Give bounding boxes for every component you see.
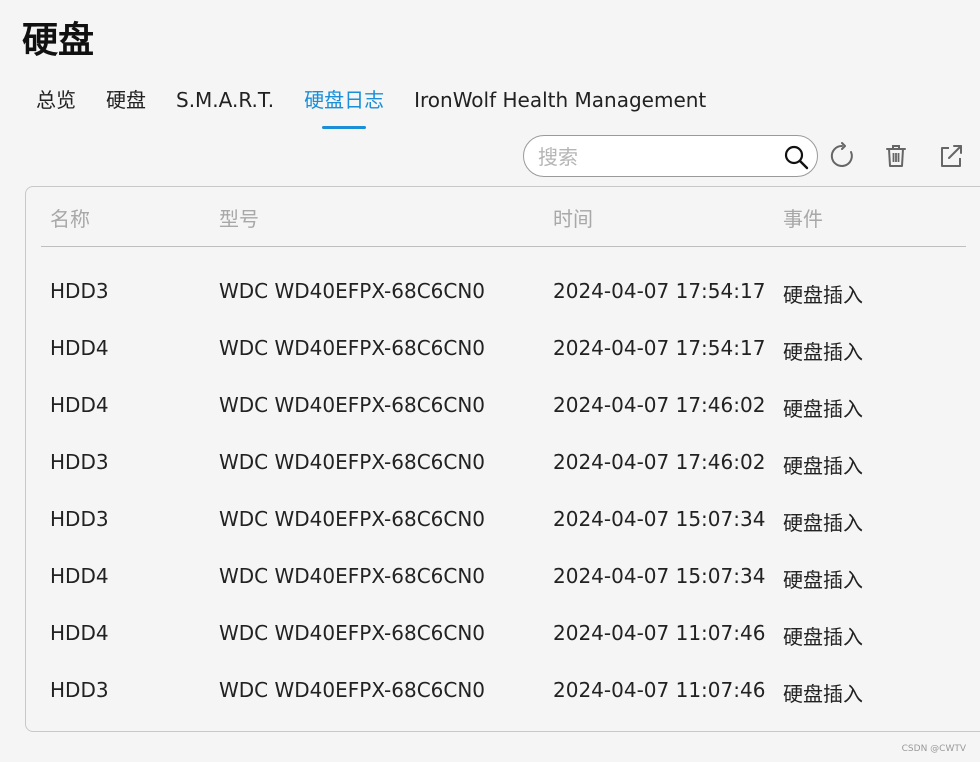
cell-model: WDC WD40EFPX-68C6CN0: [219, 450, 486, 474]
cell-event: 硬盘插入: [783, 397, 863, 421]
column-header-name[interactable]: 名称: [50, 203, 90, 232]
column-header-event[interactable]: 事件: [783, 203, 823, 232]
cell-time: 2024-04-07 17:54:17: [553, 336, 766, 360]
search-box: [523, 135, 818, 178]
table-header: 名称 型号 时间 事件: [41, 187, 966, 247]
tab-bar: 总览 硬盘 S.M.A.R.T. 硬盘日志 IronWolf Health Ma…: [36, 84, 706, 124]
page-title: 硬盘: [22, 20, 95, 61]
cell-time: 2024-04-07 17:46:02: [553, 393, 766, 417]
table-row[interactable]: HDD3 WDC WD40EFPX-68C6CN0 2024-04-07 11:…: [26, 664, 966, 721]
tab-disk-log[interactable]: 硬盘日志: [304, 84, 384, 124]
cell-time: 2024-04-07 15:07:34: [553, 564, 766, 588]
cell-model: WDC WD40EFPX-68C6CN0: [219, 393, 486, 417]
watermark: CSDN @CWTV: [901, 744, 966, 754]
column-header-model[interactable]: 型号: [219, 203, 259, 232]
tab-smart[interactable]: S.M.A.R.T.: [176, 84, 274, 124]
cell-event: 硬盘插入: [783, 340, 863, 364]
cell-time: 2024-04-07 11:07:46: [553, 678, 766, 702]
cell-model: WDC WD40EFPX-68C6CN0: [219, 678, 486, 702]
cell-name: HDD3: [50, 678, 109, 702]
cell-time: 2024-04-07 15:07:34: [553, 507, 766, 531]
tab-disks[interactable]: 硬盘: [106, 84, 146, 124]
cell-model: WDC WD40EFPX-68C6CN0: [219, 336, 486, 360]
cell-name: HDD4: [50, 336, 109, 360]
cell-event: 硬盘插入: [783, 568, 863, 592]
cell-event: 硬盘插入: [783, 454, 863, 478]
cell-time: 2024-04-07 11:07:46: [553, 621, 766, 645]
cell-time: 2024-04-07 17:54:17: [553, 279, 766, 303]
cell-name: HDD3: [50, 450, 109, 474]
cell-model: WDC WD40EFPX-68C6CN0: [219, 279, 486, 303]
table-body: HDD3 WDC WD40EFPX-68C6CN0 2024-04-07 17:…: [26, 265, 966, 721]
table-row[interactable]: HDD4 WDC WD40EFPX-68C6CN0 2024-04-07 17:…: [26, 322, 966, 379]
table-row[interactable]: HDD4 WDC WD40EFPX-68C6CN0 2024-04-07 15:…: [26, 550, 966, 607]
cell-model: WDC WD40EFPX-68C6CN0: [219, 564, 486, 588]
cell-event: 硬盘插入: [783, 625, 863, 649]
cell-event: 硬盘插入: [783, 283, 863, 307]
cell-time: 2024-04-07 17:46:02: [553, 450, 766, 474]
table-row[interactable]: HDD3 WDC WD40EFPX-68C6CN0 2024-04-07 17:…: [26, 265, 966, 322]
tab-overview[interactable]: 总览: [36, 84, 76, 124]
disk-log-table: 名称 型号 时间 事件 HDD3 WDC WD40EFPX-68C6CN0 20…: [25, 186, 980, 732]
cell-event: 硬盘插入: [783, 682, 863, 706]
table-row[interactable]: HDD3 WDC WD40EFPX-68C6CN0 2024-04-07 15:…: [26, 493, 966, 550]
tab-ironwolf-health[interactable]: IronWolf Health Management: [414, 84, 706, 124]
cell-name: HDD4: [50, 564, 109, 588]
cell-name: HDD4: [50, 621, 109, 645]
refresh-icon[interactable]: [828, 142, 856, 170]
cell-name: HDD4: [50, 393, 109, 417]
cell-event: 硬盘插入: [783, 511, 863, 535]
table-row[interactable]: HDD4 WDC WD40EFPX-68C6CN0 2024-04-07 11:…: [26, 607, 966, 664]
table-row[interactable]: HDD3 WDC WD40EFPX-68C6CN0 2024-04-07 17:…: [26, 436, 966, 493]
export-icon[interactable]: [937, 142, 965, 170]
trash-icon[interactable]: [882, 142, 910, 170]
search-input[interactable]: [536, 136, 785, 178]
cell-name: HDD3: [50, 279, 109, 303]
cell-name: HDD3: [50, 507, 109, 531]
search-icon[interactable]: [783, 144, 809, 170]
column-header-time[interactable]: 时间: [553, 203, 593, 232]
cell-model: WDC WD40EFPX-68C6CN0: [219, 621, 486, 645]
table-row[interactable]: HDD4 WDC WD40EFPX-68C6CN0 2024-04-07 17:…: [26, 379, 966, 436]
cell-model: WDC WD40EFPX-68C6CN0: [219, 507, 486, 531]
